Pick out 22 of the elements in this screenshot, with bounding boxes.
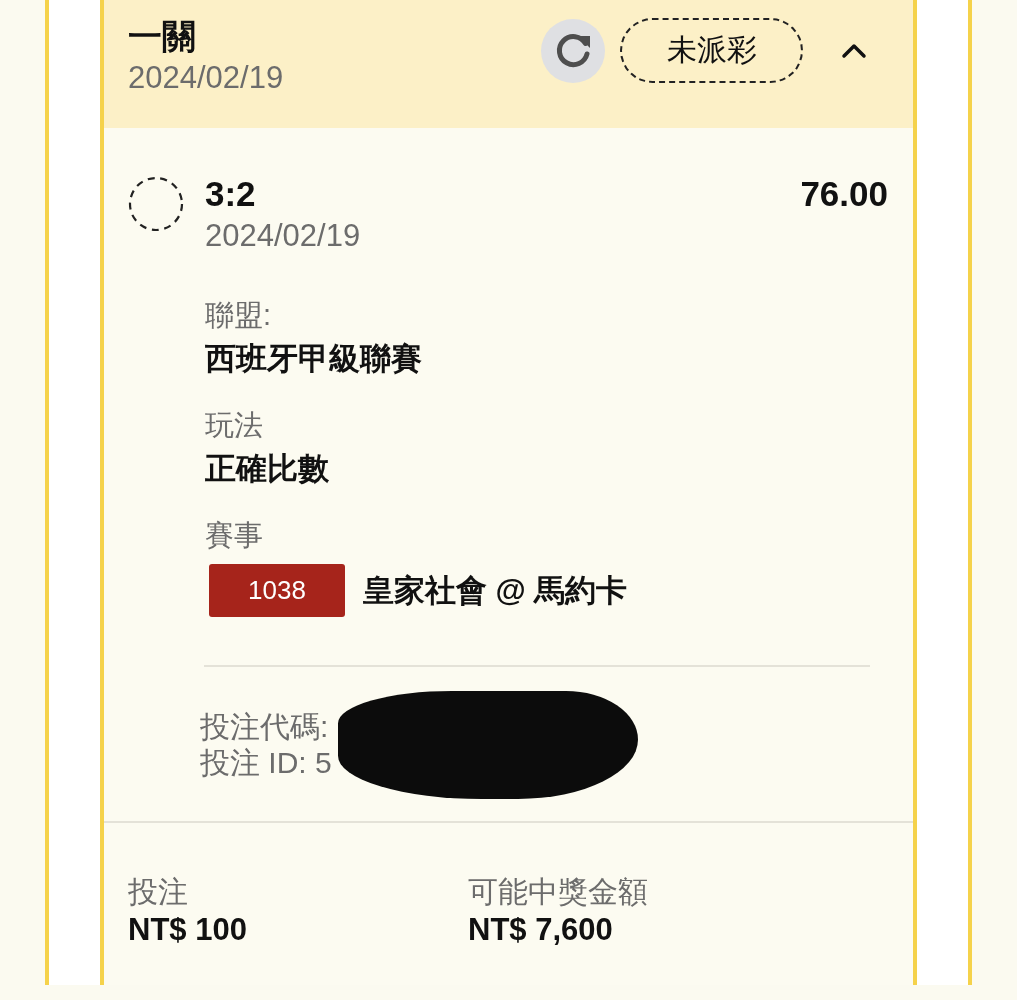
- detail-label: 賽事: [205, 518, 264, 553]
- summary-amount: NT$ 100: [128, 911, 248, 949]
- detail-label: 玩法: [205, 408, 264, 443]
- match-number-tag: 1038: [209, 564, 345, 617]
- odds-value: 76.00: [800, 173, 888, 215]
- bet-type-title: 一關: [128, 16, 197, 57]
- bet-date: 2024/02/19: [128, 59, 284, 97]
- summary-label: 可能中獎金額: [468, 874, 648, 910]
- bet-reference: 投注 ID: 5: [200, 745, 332, 781]
- selection-score: 3:2: [205, 173, 256, 215]
- match-teams: 皇家社會 @ 馬約卡: [363, 571, 628, 610]
- bet-reference: 投注代碼:: [200, 709, 330, 745]
- detail-value: 正確比數: [205, 450, 330, 488]
- detail-label: 聯盟:: [205, 298, 273, 333]
- chevron-up-icon[interactable]: [841, 42, 867, 59]
- refresh-icon[interactable]: [541, 18, 605, 83]
- detail-value: 西班牙甲級聯賽: [205, 340, 423, 378]
- dashed-circle-icon: [128, 176, 184, 232]
- status-tag: 未派彩: [620, 18, 803, 83]
- selection-date: 2024/02/19: [205, 217, 362, 255]
- summary-amount: NT$ 7,600: [468, 911, 614, 949]
- summary-label: 投注: [128, 874, 189, 910]
